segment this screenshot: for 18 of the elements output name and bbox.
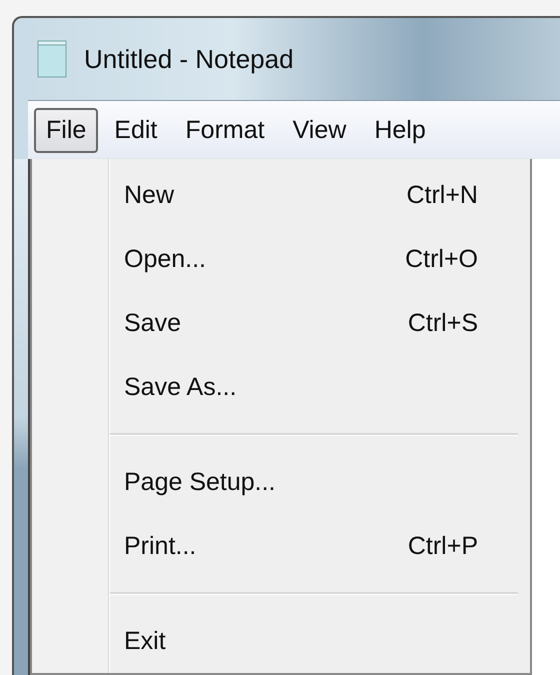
menu-item[interactable]: Open... <box>124 244 206 274</box>
shortcut-label: Ctrl+N <box>406 180 478 210</box>
text-area[interactable] <box>532 159 560 675</box>
shortcut-label: Ctrl+P <box>408 532 478 560</box>
menu-title[interactable]: Edit <box>102 108 170 152</box>
window-title: Untitled - Notepad <box>84 44 294 74</box>
menu-title[interactable]: Help <box>362 108 438 152</box>
menu-title[interactable]: Format <box>173 108 277 152</box>
menu-title[interactable]: File <box>34 108 98 152</box>
shortcut-label: Ctrl+S <box>408 308 478 338</box>
menu-item[interactable]: Save As... <box>124 372 237 402</box>
menu-item[interactable]: New <box>124 180 174 210</box>
menu-item[interactable]: Print... <box>124 532 196 560</box>
menu-item[interactable]: Page Setup... <box>124 468 276 496</box>
shortcut-label: Ctrl+O <box>405 244 478 274</box>
menu-item[interactable]: Exit <box>124 626 166 656</box>
menu-title[interactable]: View <box>280 108 358 152</box>
menu-item[interactable]: Save <box>124 308 181 338</box>
